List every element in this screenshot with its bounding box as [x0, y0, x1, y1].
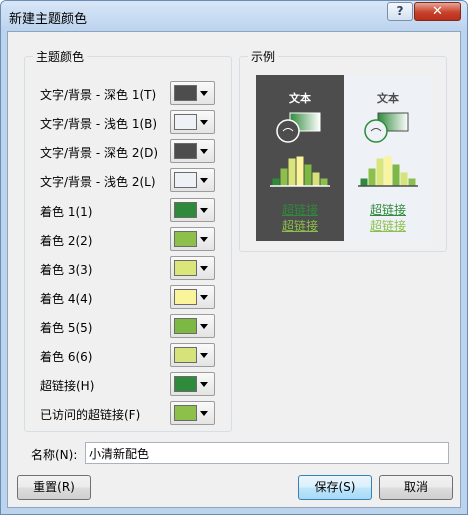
dropdown-arrow-icon	[200, 178, 208, 183]
color-swatch	[174, 347, 197, 363]
color-swatch	[174, 202, 197, 218]
new-theme-colors-dialog: 新建主题颜色 ? ✕ 主题颜色 文字/背景 - 深色 1(T) 文字/背景 - 浅…	[0, 0, 468, 515]
sample-bar	[295, 155, 305, 187]
color-row-label: 文字/背景 - 深色 1(T)	[40, 88, 157, 102]
dropdown-arrow-icon	[200, 237, 208, 242]
sample-dark-panel: 文本 超链接 超链接	[256, 75, 344, 241]
color-row-label: 着色 2(2)	[40, 234, 93, 248]
name-input[interactable]	[85, 442, 449, 464]
color-picker-button[interactable]	[170, 81, 215, 105]
color-row-label: 着色 6(6)	[40, 350, 93, 364]
sample-bar	[391, 163, 401, 187]
color-picker-button[interactable]	[170, 314, 215, 338]
dropdown-arrow-icon	[200, 208, 208, 213]
sample-bar	[279, 167, 289, 187]
color-picker-button[interactable]	[170, 256, 215, 280]
dropdown-arrow-icon	[200, 353, 208, 358]
sample-bar	[383, 155, 393, 187]
color-picker-button[interactable]	[170, 110, 215, 134]
color-row-label: 文字/背景 - 浅色 1(B)	[40, 117, 158, 131]
hyperlink-sample-light: 超链接	[369, 203, 406, 217]
color-swatch	[174, 318, 197, 334]
color-swatch	[174, 260, 197, 276]
color-row-label: 着色 4(4)	[40, 292, 93, 306]
dropdown-arrow-icon	[200, 266, 208, 271]
color-swatch	[174, 405, 197, 421]
color-row-label: 文字/背景 - 深色 2(D)	[40, 146, 159, 160]
visited-hyperlink-sample-dark: 超链接	[281, 219, 318, 233]
color-picker-button[interactable]	[170, 227, 215, 251]
color-swatch	[174, 376, 197, 392]
sample-bar	[319, 177, 329, 187]
color-picker-button[interactable]	[170, 198, 215, 222]
color-swatch	[174, 85, 197, 101]
name-label: 名称(N):	[31, 448, 78, 462]
color-row-label: 着色 1(1)	[40, 205, 93, 219]
color-swatch	[174, 143, 197, 159]
sample-preview: 文本 超链接 超链接 文本 超链接 超链接	[256, 75, 432, 241]
color-row-label: 文字/背景 - 浅色 2(L)	[40, 175, 156, 189]
color-picker-button[interactable]	[170, 139, 215, 163]
title-bar: 新建主题颜色 ? ✕	[1, 1, 467, 31]
cancel-button[interactable]: 取消	[379, 475, 453, 500]
dropdown-arrow-icon	[200, 324, 208, 329]
reset-button[interactable]: 重置(R)	[17, 475, 91, 500]
dropdown-arrow-icon	[200, 295, 208, 300]
color-picker-button[interactable]	[170, 285, 215, 309]
color-picker-button[interactable]	[170, 401, 215, 425]
dropdown-arrow-icon	[200, 91, 208, 96]
dropdown-arrow-icon	[200, 382, 208, 387]
sample-bar	[303, 163, 313, 187]
sample-bar	[367, 167, 377, 187]
dropdown-arrow-icon	[200, 120, 208, 125]
sample-bar	[399, 171, 409, 187]
color-picker-button[interactable]	[170, 372, 215, 396]
sample-bar	[287, 157, 297, 187]
dropdown-arrow-icon	[200, 411, 208, 416]
dropdown-arrow-icon	[200, 149, 208, 154]
help-button[interactable]: ?	[387, 2, 413, 21]
hyperlink-sample-dark: 超链接	[281, 203, 318, 217]
color-picker-button[interactable]	[170, 343, 215, 367]
color-row-label: 着色 3(3)	[40, 263, 93, 277]
save-button[interactable]: 保存(S)	[298, 475, 372, 500]
sample-bar	[359, 177, 369, 187]
visited-hyperlink-sample-light: 超链接	[369, 219, 406, 233]
dialog-title: 新建主题颜色	[9, 12, 88, 27]
color-swatch	[174, 289, 197, 305]
color-swatch	[174, 114, 197, 130]
color-row-label: 超链接(H)	[40, 379, 95, 393]
color-swatch	[174, 172, 197, 188]
color-row-label: 着色 5(5)	[40, 321, 93, 335]
sample-bar	[311, 171, 321, 187]
sample-bar	[271, 177, 281, 187]
color-swatch	[174, 231, 197, 247]
color-picker-button[interactable]	[170, 168, 215, 192]
sample-bar	[407, 177, 417, 187]
close-button[interactable]: ✕	[414, 2, 461, 21]
sample-light-panel: 文本 超链接 超链接	[344, 75, 432, 241]
dialog-body: 主题颜色 文字/背景 - 深色 1(T) 文字/背景 - 浅色 1(B) 文字/背景…	[7, 31, 461, 508]
sample-legend: 示例	[248, 48, 279, 65]
theme-colors-legend: 主题颜色	[33, 48, 88, 65]
color-row-label: 已访问的超链接(F)	[40, 408, 141, 422]
sample-bar	[375, 157, 385, 187]
